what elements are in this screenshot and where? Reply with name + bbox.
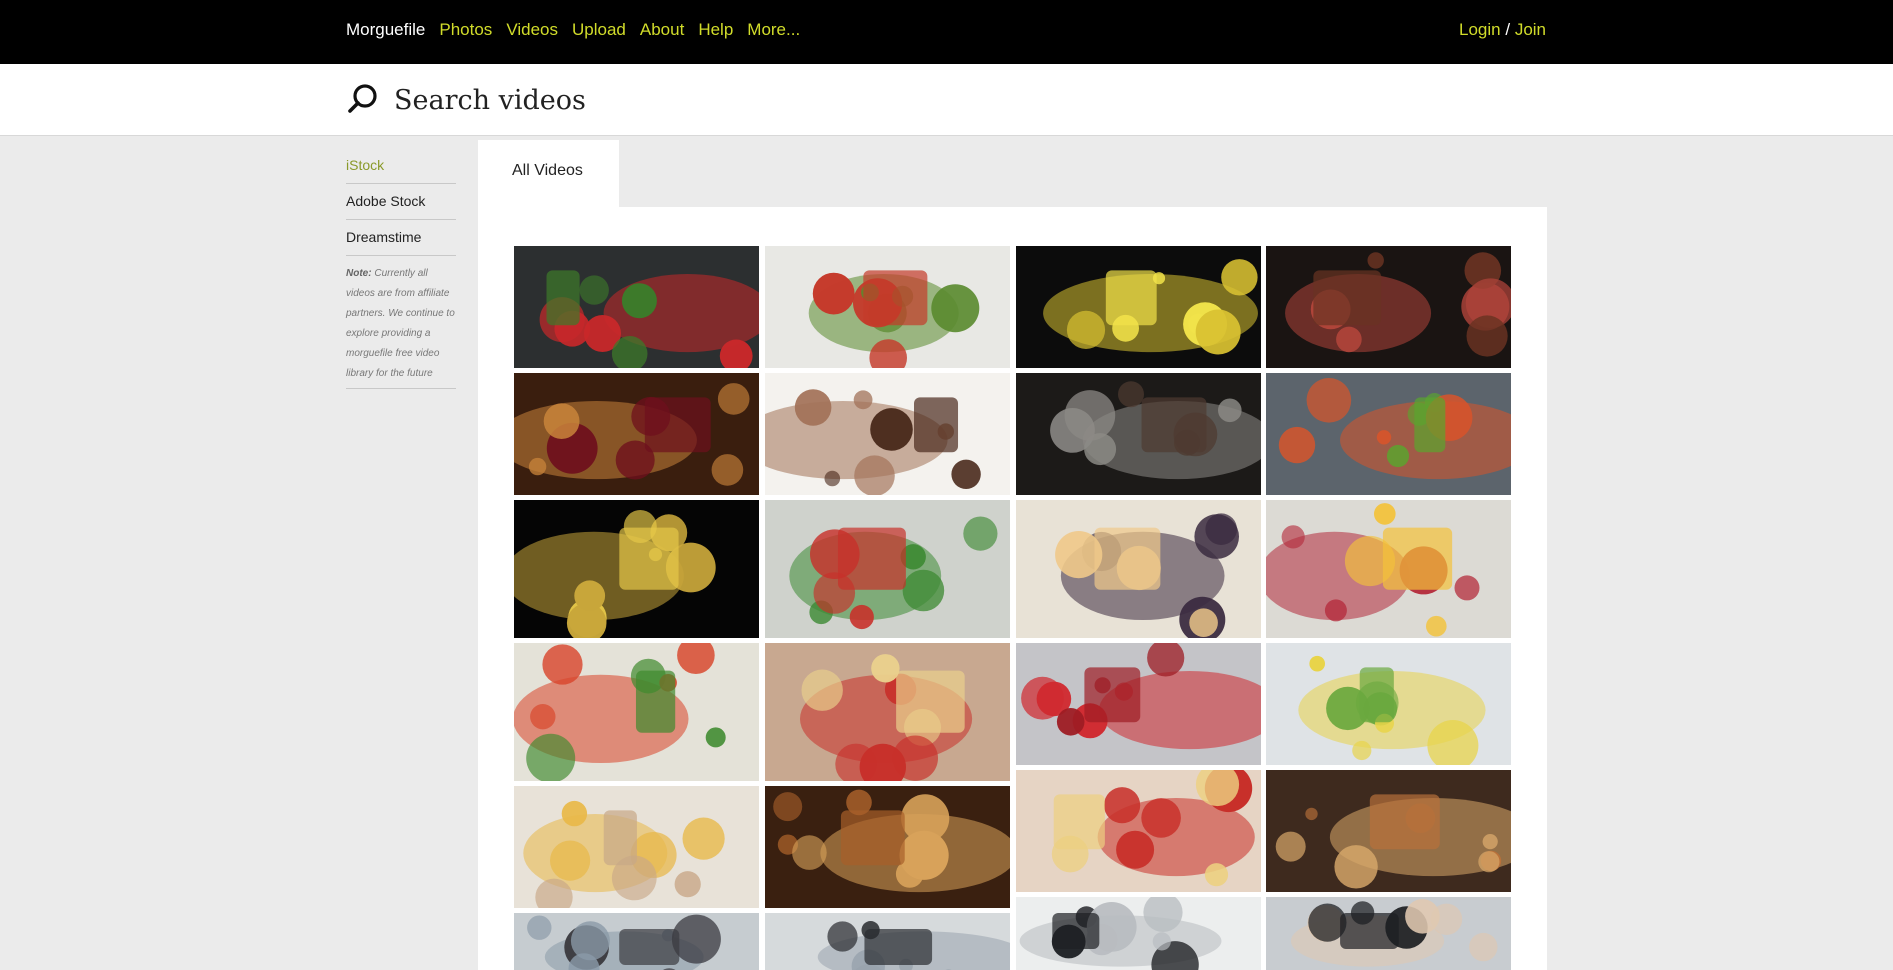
video-thumbnail-red-wine-glass[interactable] [514, 373, 759, 495]
nav-help-link[interactable]: Help [698, 20, 733, 40]
video-thumbnail-office-team[interactable] [765, 913, 1010, 970]
brand-logo-link[interactable]: Morguefile [346, 20, 425, 40]
sidebar-note-text: Currently all videos are from affiliate … [346, 268, 455, 379]
top-navigation-bar: Morguefile Photos Videos Upload About He… [0, 0, 1893, 64]
video-thumbnail-family-dinner[interactable] [514, 786, 759, 908]
video-thumbnail-wok-vegetables[interactable] [765, 246, 1010, 368]
video-thumbnail-vegetables-splash[interactable] [514, 246, 759, 368]
video-thumbnail-breakfast-table[interactable] [1266, 500, 1511, 638]
video-thumbnail-spaghetti-falling[interactable] [1016, 246, 1261, 368]
search-bar [0, 64, 1893, 136]
video-thumbnail-grilled-steak[interactable] [1266, 246, 1511, 368]
nav-more-link[interactable]: More... [747, 20, 800, 40]
auth-links: Login / Join [1459, 20, 1546, 40]
video-thumbnail-peppers-wok[interactable] [765, 500, 1010, 638]
login-link[interactable]: Login [1459, 20, 1501, 39]
video-thumbnail-penne-herbs[interactable] [1016, 770, 1261, 892]
video-thumbnail-business-meeting[interactable] [514, 913, 759, 970]
sidebar-item-istock[interactable]: iStock [346, 148, 456, 184]
sidebar-note: Note: Currently all videos are from affi… [346, 256, 456, 389]
nav-upload-link[interactable]: Upload [572, 20, 626, 40]
auth-separator: / [1505, 20, 1511, 39]
video-thumbnail-red-chili-splash[interactable] [1016, 643, 1261, 765]
video-thumbnail-office-handshake[interactable] [1266, 897, 1511, 970]
video-thumbnail-roast-turkey[interactable] [765, 786, 1010, 908]
video-grid-panel [478, 207, 1547, 970]
video-thumbnail-carving-chicken[interactable] [1266, 770, 1511, 892]
video-thumbnail-vegetable-strips[interactable] [1266, 373, 1511, 495]
search-input[interactable] [394, 78, 1094, 122]
join-link[interactable]: Join [1515, 20, 1546, 39]
nav-videos-link[interactable]: Videos [506, 20, 558, 40]
video-thumbnail-kitchen-flambe[interactable] [514, 643, 759, 781]
video-thumbnail-steak-on-grill[interactable] [1016, 373, 1261, 495]
partner-sidebar: iStock Adobe Stock Dreamstime Note: Curr… [346, 148, 456, 389]
nav-photos-link[interactable]: Photos [439, 20, 492, 40]
video-thumbnail-office-staircase[interactable] [1016, 897, 1261, 970]
sidebar-item-adobe-stock[interactable]: Adobe Stock [346, 184, 456, 220]
tab-all-videos[interactable]: All Videos [478, 140, 619, 208]
main-nav: Morguefile Photos Videos Upload About He… [346, 20, 800, 40]
sidebar-note-label: Note: [346, 268, 372, 279]
sidebar-item-dreamstime[interactable]: Dreamstime [346, 220, 456, 256]
nav-about-link[interactable]: About [640, 20, 684, 40]
video-thumbnail-crepes-plate[interactable] [1016, 500, 1261, 638]
video-thumbnail-greek-salad[interactable] [1266, 643, 1511, 765]
video-thumbnail-pasta-explosion[interactable] [514, 500, 759, 638]
video-thumbnail-pasta-salad[interactable] [765, 643, 1010, 781]
video-thumbnail-chocolate-cake[interactable] [765, 373, 1010, 495]
search-icon[interactable] [346, 82, 380, 116]
